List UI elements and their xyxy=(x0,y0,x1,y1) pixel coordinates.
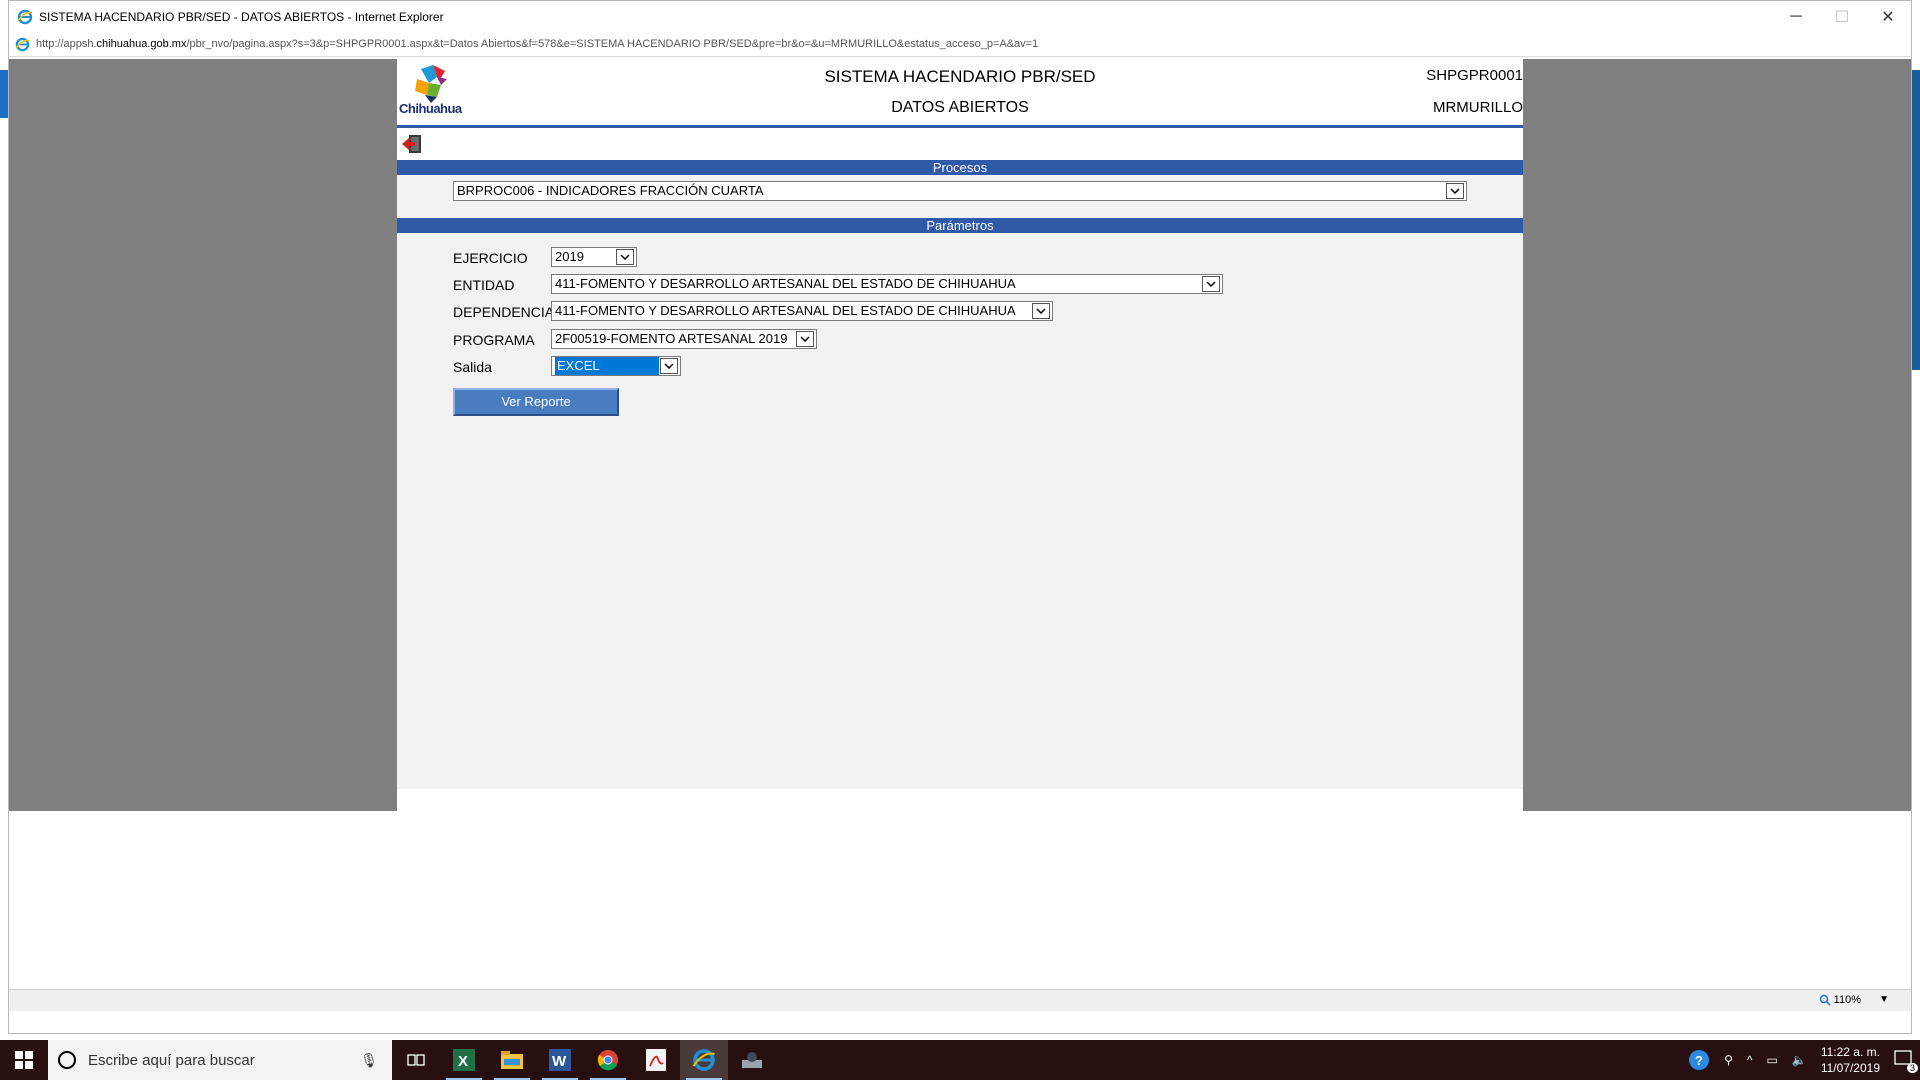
chevron-down-icon[interactable] xyxy=(616,249,634,265)
zoom-icon xyxy=(1819,994,1831,1006)
close-button[interactable]: ✕ xyxy=(1865,1,1911,32)
zoom-level: 110% xyxy=(1833,994,1861,1006)
page-footer xyxy=(397,789,1523,811)
windows-icon xyxy=(15,1051,33,1069)
ver-reporte-button[interactable]: Ver Reporte xyxy=(453,388,619,416)
process-row: BRPROC006 - INDICADORES FRACCIÓN CUARTA xyxy=(397,175,1523,218)
chevron-down-icon[interactable] xyxy=(1032,303,1050,319)
taskbar-excel[interactable]: X xyxy=(440,1040,488,1080)
zoom-dropdown-icon[interactable]: ▼ xyxy=(1879,994,1889,1005)
word-icon: W xyxy=(549,1049,571,1071)
folder-icon xyxy=(501,1051,523,1069)
window-title: SISTEMA HACENDARIO PBR/SED - DATOS ABIER… xyxy=(39,9,444,24)
page-background: Chihuahua SISTEMA HACENDARIO PBR/SED DAT… xyxy=(9,59,1911,811)
app-title: SISTEMA HACENDARIO PBR/SED xyxy=(824,67,1096,86)
status-bar: 110% ▼ xyxy=(9,989,1911,1011)
ie-window: SISTEMA HACENDARIO PBR/SED - DATOS ABIER… xyxy=(8,0,1912,1034)
people-icon[interactable]: ⚲ xyxy=(1724,1053,1733,1067)
search-placeholder: Escribe aquí para buscar xyxy=(88,1051,255,1069)
system-tray: ? ⚲ ^ ▭ 🔈 11:22 a. m. 11/07/2019 3 xyxy=(1688,1044,1920,1076)
app-subtitle: DATOS ABIERTOS xyxy=(891,99,1029,116)
excel-icon: X xyxy=(453,1049,475,1071)
ejercicio-label: EJERCICIO xyxy=(453,250,528,266)
clock-time: 11:22 a. m. xyxy=(1820,1045,1880,1059)
zoom-control[interactable]: 110% xyxy=(1819,994,1861,1006)
chrome-icon xyxy=(597,1050,618,1071)
section-procesos: Procesos xyxy=(397,160,1523,175)
clock-date: 11/07/2019 xyxy=(1820,1061,1880,1075)
process-select[interactable]: BRPROC006 - INDICADORES FRACCIÓN CUARTA xyxy=(453,181,1467,201)
taskbar-internet-explorer[interactable] xyxy=(680,1040,728,1080)
programa-label: PROGRAMA xyxy=(453,332,535,348)
chevron-down-icon[interactable] xyxy=(796,331,814,347)
taskbar-chrome[interactable] xyxy=(584,1040,632,1080)
clock[interactable]: 11:22 a. m. 11/07/2019 xyxy=(1821,1044,1880,1076)
task-view-icon xyxy=(407,1054,425,1066)
ie-logo-icon xyxy=(17,9,33,24)
notification-count: 3 xyxy=(1906,1062,1918,1073)
maximize-button[interactable]: ☐ xyxy=(1819,1,1865,32)
title-bar: SISTEMA HACENDARIO PBR/SED - DATOS ABIER… xyxy=(9,1,1911,32)
url-text[interactable]: http://appsh.chihuahua.gob.mx/pbr_nvo/pa… xyxy=(36,38,1038,50)
ejercicio-select[interactable]: 2019 xyxy=(551,247,637,267)
help-icon[interactable]: ? xyxy=(1688,1049,1710,1071)
svg-text:?: ? xyxy=(1695,1053,1703,1068)
taskbar-acrobat[interactable] xyxy=(632,1040,680,1080)
dependencia-label: DEPENDENCIA xyxy=(453,304,555,320)
chevron-up-icon[interactable]: ^ xyxy=(1747,1053,1753,1067)
chevron-down-icon[interactable] xyxy=(1202,276,1220,292)
chevron-down-icon[interactable] xyxy=(660,358,678,374)
address-bar[interactable]: http://appsh.chihuahua.gob.mx/pbr_nvo/pa… xyxy=(9,32,1911,57)
section-parametros: Parámetros xyxy=(397,218,1523,233)
microphone-icon[interactable]: 🎙 xyxy=(360,1052,378,1069)
ie-taskbar-icon xyxy=(692,1049,715,1071)
taskbar-search[interactable]: Escribe aquí para buscar 🎙 xyxy=(48,1040,392,1080)
taskbar-file-explorer[interactable] xyxy=(488,1040,536,1080)
toolbar xyxy=(397,128,1523,160)
volume-icon[interactable]: 🔈 xyxy=(1792,1053,1807,1067)
pdf-icon xyxy=(646,1049,666,1071)
scanner-icon xyxy=(742,1052,762,1068)
salida-select[interactable]: EXCEL xyxy=(551,356,681,376)
cortana-icon xyxy=(58,1051,76,1069)
desktop-strip-right xyxy=(1912,70,1920,370)
chevron-down-icon[interactable] xyxy=(1446,183,1464,199)
app-header: Chihuahua SISTEMA HACENDARIO PBR/SED DAT… xyxy=(397,59,1523,128)
exit-icon[interactable] xyxy=(401,133,423,155)
start-button[interactable] xyxy=(0,1040,48,1080)
app-page: Chihuahua SISTEMA HACENDARIO PBR/SED DAT… xyxy=(397,59,1523,811)
taskbar-word[interactable]: W xyxy=(536,1040,584,1080)
taskbar: Escribe aquí para buscar 🎙 X W ? ⚲ ^ ▭ 🔈… xyxy=(0,1040,1920,1080)
minimize-button[interactable]: ─ xyxy=(1773,1,1819,32)
dependencia-select[interactable]: 411-FOMENTO Y DESARROLLO ARTESANAL DEL E… xyxy=(551,301,1053,321)
parameters-panel: EJERCICIO 2019 ENTIDAD 411-FOMENTO Y DES… xyxy=(397,233,1523,433)
page-favicon-icon xyxy=(15,37,30,51)
browser-viewport: Chihuahua SISTEMA HACENDARIO PBR/SED DAT… xyxy=(9,59,1911,1011)
entidad-select[interactable]: 411-FOMENTO Y DESARROLLO ARTESANAL DEL E… xyxy=(551,274,1223,294)
entidad-label: ENTIDAD xyxy=(453,277,515,293)
salida-label: Salida xyxy=(453,359,492,375)
page-code: SHPGPR0001 xyxy=(1426,67,1523,84)
network-icon[interactable]: ▭ xyxy=(1767,1053,1778,1067)
notifications-icon[interactable]: 3 xyxy=(1894,1049,1918,1073)
svg-text:W: W xyxy=(552,1053,567,1070)
svg-text:X: X xyxy=(458,1053,468,1070)
programa-select[interactable]: 2F00519-FOMENTO ARTESANAL 2019 xyxy=(551,329,817,349)
taskbar-app-other[interactable] xyxy=(728,1040,776,1080)
username: MRMURILLO xyxy=(1432,99,1523,116)
task-view-button[interactable] xyxy=(392,1040,440,1080)
